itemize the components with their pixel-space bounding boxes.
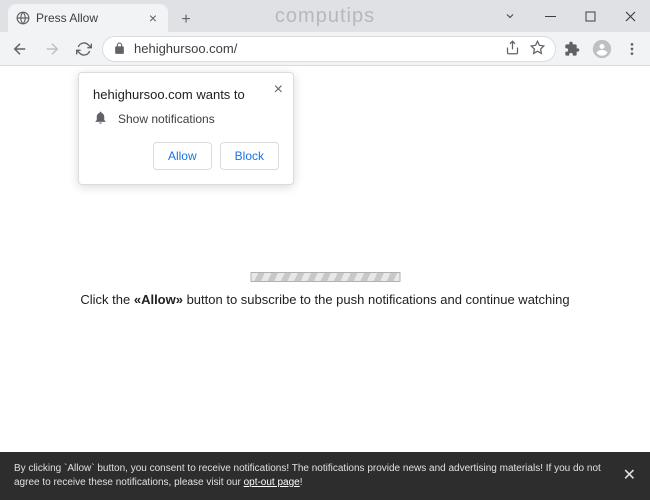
address-bar[interactable]: hehighursoo.com/ <box>102 36 556 62</box>
close-icon[interactable]: ✕ <box>609 465 636 487</box>
browser-toolbar: hehighursoo.com/ <box>0 32 650 66</box>
allow-button[interactable]: Allow <box>153 142 212 170</box>
toolbar-right <box>560 37 644 61</box>
permission-capability: Show notifications <box>118 112 215 126</box>
profile-icon[interactable] <box>590 37 614 61</box>
menu-icon[interactable] <box>620 37 644 61</box>
window-titlebar: Press Allow × + computips <box>0 0 650 32</box>
close-icon[interactable]: × <box>146 11 160 25</box>
close-icon[interactable]: × <box>274 81 283 99</box>
permission-capability-row: Show notifications <box>93 110 279 128</box>
minimize-icon[interactable] <box>530 0 570 32</box>
back-button[interactable] <box>6 35 34 63</box>
forward-button[interactable] <box>38 35 66 63</box>
page-message: Click the «Allow» button to subscribe to… <box>33 292 618 308</box>
msg-prefix: Click the <box>80 292 133 307</box>
extensions-icon[interactable] <box>560 37 584 61</box>
progress-bar <box>250 272 400 282</box>
bell-icon <box>93 110 108 128</box>
url-text: hehighursoo.com/ <box>134 41 237 56</box>
permission-dialog: × hehighursoo.com wants to Show notifica… <box>78 72 294 185</box>
banner-text-before: By clicking `Allow` button, you consent … <box>14 463 601 488</box>
chevron-down-icon[interactable] <box>490 0 530 32</box>
globe-icon <box>16 11 30 25</box>
block-button[interactable]: Block <box>220 142 279 170</box>
window-controls <box>490 0 650 32</box>
consent-banner: By clicking `Allow` button, you consent … <box>0 452 650 500</box>
watermark-text: computips <box>275 5 375 28</box>
page-content: × hehighursoo.com wants to Show notifica… <box>0 66 650 452</box>
browser-tab[interactable]: Press Allow × <box>8 4 168 32</box>
maximize-icon[interactable] <box>570 0 610 32</box>
banner-text: By clicking `Allow` button, you consent … <box>14 462 609 490</box>
msg-bold: «Allow» <box>134 292 183 307</box>
tab-title: Press Allow <box>36 11 98 25</box>
reload-button[interactable] <box>70 35 98 63</box>
omnibox-actions <box>505 40 545 58</box>
bookmark-icon[interactable] <box>530 40 545 58</box>
opt-out-link[interactable]: opt-out page <box>244 477 300 488</box>
page-center: Click the «Allow» button to subscribe to… <box>33 272 618 308</box>
new-tab-button[interactable]: + <box>174 8 198 32</box>
tab-strip: Press Allow × + <box>0 0 198 32</box>
msg-suffix: button to subscribe to the push notifica… <box>183 292 570 307</box>
permission-buttons: Allow Block <box>93 142 279 170</box>
close-window-icon[interactable] <box>610 0 650 32</box>
share-icon[interactable] <box>505 40 520 58</box>
permission-title: hehighursoo.com wants to <box>93 87 279 102</box>
lock-icon <box>113 42 126 55</box>
banner-text-after: ! <box>300 477 303 488</box>
